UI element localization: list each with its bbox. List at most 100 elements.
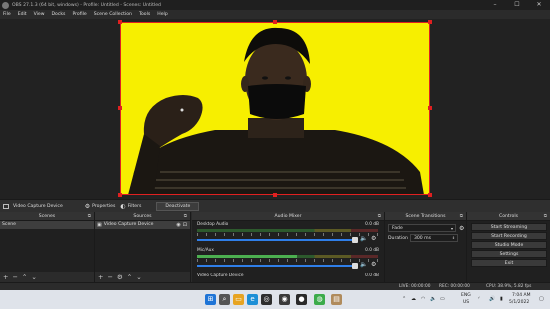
menu-tools[interactable]: Tools bbox=[139, 12, 150, 17]
mixer-channel-mic-aux: Mic/Aux 0.0 dB 🔈 ⚙ bbox=[196, 248, 380, 274]
properties-label: Properties bbox=[92, 203, 116, 209]
move-up-icon[interactable]: ⌃ bbox=[127, 273, 132, 281]
controls-header: Controls ⧉ bbox=[467, 212, 550, 221]
resize-handle-top-left[interactable] bbox=[118, 20, 122, 24]
remove-scene-icon[interactable]: − bbox=[12, 273, 17, 281]
settings-button[interactable]: Settings bbox=[471, 250, 547, 258]
start-streaming-button[interactable]: Start Streaming bbox=[471, 223, 547, 231]
menu-view[interactable]: View bbox=[34, 12, 45, 17]
volume-meter bbox=[197, 255, 378, 258]
clock-time[interactable]: 7:04 AM bbox=[512, 293, 531, 298]
obs-taskbar-icon[interactable]: ◉ bbox=[279, 294, 290, 305]
deactivate-button[interactable]: Deactivate bbox=[156, 201, 200, 211]
undock-icon[interactable]: ⧉ bbox=[184, 212, 187, 221]
exit-button[interactable]: Exit bbox=[471, 259, 547, 267]
notification-icon[interactable]: ▢ bbox=[539, 296, 544, 302]
resize-handle-bottom-left[interactable] bbox=[118, 193, 122, 197]
duration-label: Duration bbox=[388, 235, 408, 241]
slider-knob[interactable] bbox=[352, 237, 358, 243]
start-recording-button[interactable]: Start Recording bbox=[471, 232, 547, 240]
undock-icon[interactable]: ⧉ bbox=[544, 212, 547, 221]
scenes-list: Scene bbox=[0, 221, 94, 272]
edge-browser-icon[interactable]: e bbox=[247, 294, 258, 305]
windows-start-icon[interactable]: ⊞ bbox=[205, 294, 216, 305]
speaker-icon[interactable]: 🔈 bbox=[360, 235, 367, 242]
github-icon[interactable]: ● bbox=[296, 294, 307, 305]
resize-handle-left[interactable] bbox=[118, 106, 122, 110]
live-status: LIVE: 00:00:00 bbox=[399, 284, 431, 289]
properties-button[interactable]: ⚙ Properties bbox=[85, 203, 116, 210]
move-down-icon[interactable]: ⌄ bbox=[136, 273, 141, 281]
menu-docks[interactable]: Docks bbox=[52, 12, 66, 17]
scene-item[interactable]: Scene bbox=[0, 221, 94, 229]
duration-value: 300 ms bbox=[413, 236, 432, 241]
menu-edit[interactable]: Edit bbox=[18, 12, 27, 17]
preview-area[interactable] bbox=[0, 19, 550, 199]
undock-icon[interactable]: ⧉ bbox=[378, 212, 381, 221]
gear-icon[interactable]: ⚙ bbox=[371, 235, 376, 242]
channel-name: Video Capture Device bbox=[197, 273, 244, 278]
studio-mode-button[interactable]: Studio Mode bbox=[471, 241, 547, 249]
undock-icon[interactable]: ⧉ bbox=[460, 212, 463, 221]
scenes-dock: Scenes ⧉ Scene + − ⌃ ⌄ bbox=[0, 212, 95, 282]
sources-list: ▣ Video Capture Device ◉ ⊡ bbox=[95, 221, 190, 272]
menu-bar: File Edit View Docks Profile Scene Colle… bbox=[0, 10, 550, 19]
speaker-icon[interactable]: 🔊 bbox=[489, 296, 495, 302]
volume-icon[interactable]: 🔈 bbox=[430, 296, 436, 302]
wifi-icon[interactable]: ◜ bbox=[478, 296, 480, 302]
menu-help[interactable]: Help bbox=[157, 12, 167, 17]
duration-input[interactable]: 300 ms ⇕ bbox=[409, 234, 458, 242]
resize-handle-bottom-right[interactable] bbox=[428, 193, 432, 197]
obs-logo-icon bbox=[2, 1, 9, 9]
chevron-up-icon[interactable]: ⌃ bbox=[402, 296, 406, 302]
close-button[interactable]: ✕ bbox=[528, 0, 550, 10]
minimize-button[interactable]: – bbox=[484, 0, 506, 10]
camera-app-icon[interactable]: ◎ bbox=[261, 294, 272, 305]
language-bottom[interactable]: US bbox=[463, 300, 469, 305]
transition-value: Fade bbox=[392, 226, 403, 231]
menu-profile[interactable]: Profile bbox=[72, 12, 86, 17]
volume-slider[interactable] bbox=[197, 263, 358, 269]
filters-button[interactable]: ◐ Filters bbox=[120, 203, 141, 210]
transition-select[interactable]: Fade ▾ bbox=[388, 224, 456, 232]
resize-handle-top-right[interactable] bbox=[428, 20, 432, 24]
maximize-button[interactable]: ☐ bbox=[506, 0, 528, 10]
remove-source-icon[interactable]: − bbox=[107, 273, 112, 281]
app-icon[interactable]: ▤ bbox=[331, 294, 342, 305]
gear-icon[interactable]: ⚙ bbox=[371, 261, 376, 268]
source-selection-box[interactable] bbox=[120, 22, 430, 195]
resize-handle-top[interactable] bbox=[273, 20, 277, 24]
file-explorer-icon[interactable]: ▭ bbox=[233, 294, 244, 305]
eye-icon[interactable]: ◉ bbox=[176, 221, 180, 229]
move-down-icon[interactable]: ⌄ bbox=[31, 273, 36, 281]
channel-db: 0.0 dB bbox=[365, 273, 379, 278]
spinner-icon[interactable]: ⇕ bbox=[452, 235, 455, 242]
taskbar: ⊞ ⌕ ▭ e ◎ ◉ ● ◍ ▤ ⌃ ☁ ◠ 🔈 ▭ ENG US ◜ 🔊 ▮… bbox=[0, 290, 550, 309]
search-icon[interactable]: ⌕ bbox=[219, 294, 230, 305]
gear-icon[interactable]: ⚙ bbox=[117, 273, 123, 281]
scenes-toolbar: + − ⌃ ⌄ bbox=[0, 272, 94, 282]
clock-date[interactable]: 5/1/2022 bbox=[509, 300, 529, 305]
speaker-icon[interactable]: 🔈 bbox=[360, 261, 367, 268]
filter-icon: ◐ bbox=[120, 202, 126, 210]
volume-slider[interactable] bbox=[197, 237, 358, 243]
onedrive-icon[interactable]: ☁ bbox=[411, 296, 416, 302]
selected-source-name: Video Capture Device bbox=[13, 203, 63, 209]
gear-icon[interactable]: ⚙ bbox=[459, 225, 464, 232]
add-scene-icon[interactable]: + bbox=[3, 273, 8, 281]
battery-tray-icon[interactable]: ▮ bbox=[500, 296, 503, 302]
resize-handle-right[interactable] bbox=[428, 106, 432, 110]
chrome-icon[interactable]: ◍ bbox=[314, 294, 325, 305]
add-source-icon[interactable]: + bbox=[98, 273, 103, 281]
language-top[interactable]: ENG bbox=[461, 293, 471, 298]
menu-scene-collection[interactable]: Scene Collection bbox=[94, 12, 132, 17]
battery-icon[interactable]: ▭ bbox=[440, 296, 445, 302]
network-icon[interactable]: ◠ bbox=[421, 296, 425, 302]
resize-handle-bottom[interactable] bbox=[273, 193, 277, 197]
move-up-icon[interactable]: ⌃ bbox=[22, 273, 27, 281]
unlock-icon[interactable]: ⊡ bbox=[183, 221, 187, 229]
source-item[interactable]: ▣ Video Capture Device ◉ ⊡ bbox=[95, 221, 190, 229]
undock-icon[interactable]: ⧉ bbox=[88, 212, 91, 221]
menu-file[interactable]: File bbox=[3, 12, 11, 17]
slider-knob[interactable] bbox=[352, 263, 358, 269]
